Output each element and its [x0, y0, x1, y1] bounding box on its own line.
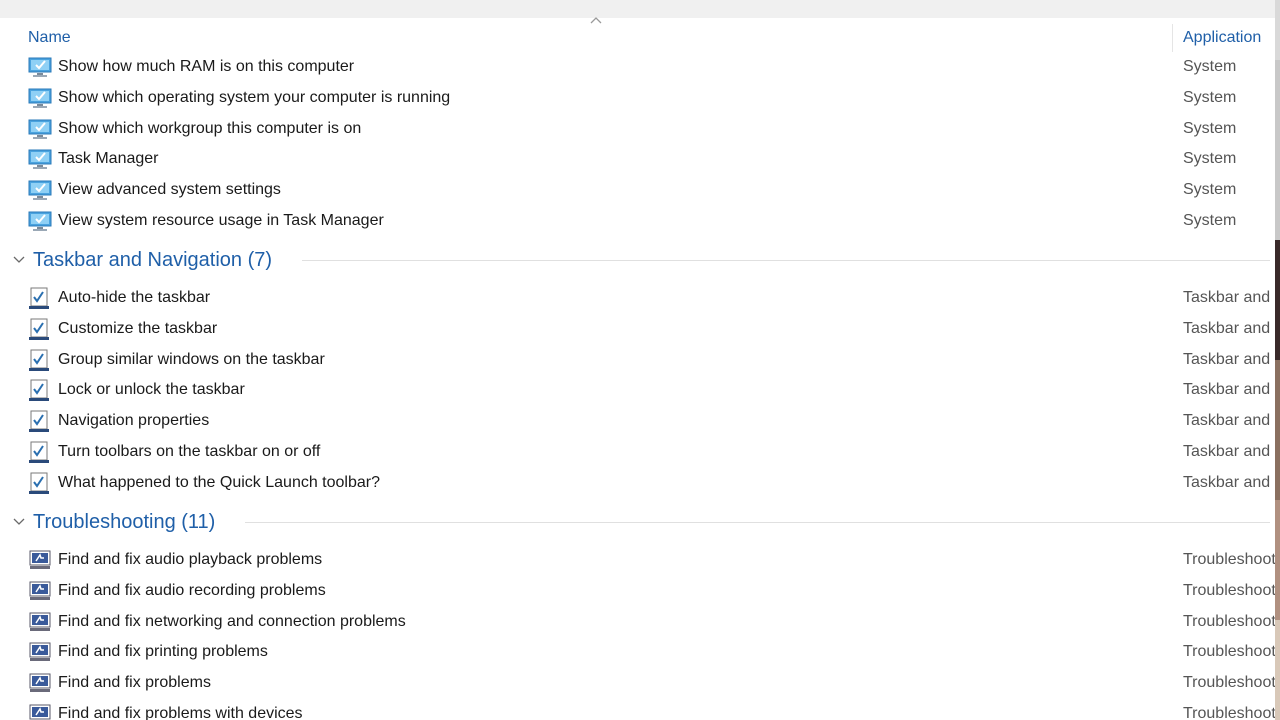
item-label[interactable]: Navigation properties — [58, 412, 209, 430]
group-header-taskbar[interactable]: Taskbar and Navigation (7) — [0, 244, 1275, 276]
list-item[interactable]: Lock or unlock the taskbar Taskbar and Na… — [0, 375, 1275, 405]
group-title: Taskbar and Navigation (7) — [33, 249, 273, 271]
list-item[interactable]: Show which workgroup this computer is on… — [0, 114, 1275, 144]
troubleshoot-monitor-icon — [28, 611, 52, 633]
system-monitor-icon — [28, 210, 52, 232]
item-category: Troubleshooting — [1183, 674, 1275, 692]
item-label[interactable]: Find and fix networking and connection p… — [58, 613, 406, 631]
item-label[interactable]: Lock or unlock the taskbar — [58, 381, 245, 399]
item-category: System — [1183, 212, 1237, 229]
item-category: Taskbar and Navigation — [1183, 443, 1275, 460]
list-item[interactable]: Turn toolbars on the taskbar on or off Ta… — [0, 437, 1275, 467]
item-label[interactable]: Find and fix problems — [58, 674, 211, 692]
list-item[interactable]: Task Manager System — [0, 144, 1275, 174]
group-divider-line — [302, 260, 1270, 261]
list-item[interactable]: Navigation properties Taskbar and Navigat… — [0, 406, 1275, 436]
window-right-edge — [1275, 0, 1280, 720]
item-category: System — [1183, 88, 1237, 106]
taskbar-checklist-icon — [28, 410, 52, 433]
item-label[interactable]: Show how much RAM is on this computer — [58, 58, 354, 76]
group-divider-line — [245, 522, 1270, 523]
item-label[interactable]: View system resource usage in Task Manag… — [58, 212, 384, 230]
item-label[interactable]: Auto-hide the taskbar — [58, 289, 210, 307]
taskbar-checklist-icon — [28, 318, 52, 340]
item-label[interactable]: Find and fix audio playback problems — [58, 551, 322, 569]
item-label[interactable]: Show which operating system your compute… — [58, 89, 450, 107]
list-item[interactable]: Find and fix printing problems Troublesho… — [0, 637, 1275, 667]
item-category: Taskbar and Navigation — [1183, 381, 1275, 399]
taskbar-checklist-icon — [28, 441, 52, 463]
item-label[interactable]: Find and fix audio recording problems — [58, 582, 326, 600]
item-category: System — [1183, 150, 1237, 168]
item-category: Troubleshooting — [1183, 612, 1275, 630]
list-item[interactable]: Find and fix audio playback problems Trou… — [0, 545, 1275, 575]
item-category: Troubleshooting — [1183, 643, 1275, 661]
item-label[interactable]: What happened to the Quick Launch toolba… — [58, 474, 380, 492]
item-label[interactable]: Customize the taskbar — [58, 320, 217, 338]
item-label[interactable]: Turn toolbars on the taskbar on or off — [58, 443, 320, 461]
item-label[interactable]: Group similar windows on the taskbar — [58, 351, 325, 369]
list-item[interactable]: View system resource usage in Task Manag… — [0, 206, 1275, 236]
column-header-name[interactable]: Name — [28, 29, 71, 47]
list-item[interactable]: Group similar windows on the taskbar Task… — [0, 345, 1275, 375]
troubleshoot-monitor-icon — [28, 641, 52, 663]
troubleshoot-monitor-icon — [28, 672, 52, 694]
chevron-down-icon[interactable] — [11, 516, 27, 528]
item-category: Taskbar and Navigation — [1183, 473, 1275, 491]
system-monitor-icon — [28, 118, 52, 140]
taskbar-checklist-icon — [28, 349, 52, 371]
item-category: Troubleshooting — [1183, 551, 1275, 568]
list-item[interactable]: Find and fix networking and connection p… — [0, 607, 1275, 637]
list-item[interactable]: Show how much RAM is on this computer Sys… — [0, 52, 1275, 82]
item-label[interactable]: Show which workgroup this computer is on — [58, 120, 361, 138]
item-label[interactable]: Task Manager — [58, 150, 159, 168]
item-label[interactable]: View advanced system settings — [58, 181, 281, 199]
list-item[interactable]: Customize the taskbar Taskbar and Navigat… — [0, 314, 1275, 344]
toolbar-strip — [0, 0, 1280, 18]
item-category: Taskbar and Navigation — [1183, 319, 1275, 337]
item-category: Troubleshooting — [1183, 581, 1275, 599]
system-monitor-icon — [28, 179, 52, 201]
system-monitor-icon — [28, 148, 52, 170]
item-category: Taskbar and Navigation — [1183, 350, 1275, 368]
troubleshoot-monitor-icon — [28, 703, 52, 720]
column-header-application[interactable]: Application — [1183, 29, 1275, 47]
chevron-down-icon[interactable] — [11, 254, 27, 266]
item-category: Taskbar and Navigation — [1183, 412, 1275, 430]
system-monitor-icon — [28, 56, 52, 78]
taskbar-checklist-icon — [28, 472, 52, 494]
item-category: System — [1183, 181, 1237, 199]
system-monitor-icon — [28, 87, 52, 109]
list-item[interactable]: Show which operating system your compute… — [0, 83, 1275, 113]
troubleshoot-monitor-icon — [28, 580, 52, 602]
list-item[interactable]: Find and fix problems with devices Troubl… — [0, 699, 1275, 720]
item-label[interactable]: Find and fix problems with devices — [58, 705, 303, 720]
item-category: System — [1183, 119, 1237, 137]
group-title: Troubleshooting (11) — [33, 511, 216, 533]
list-item[interactable]: View advanced system settings System — [0, 175, 1275, 205]
item-category: System — [1183, 58, 1237, 75]
item-category: Troubleshooting — [1183, 705, 1275, 720]
list-item[interactable]: What happened to the Quick Launch toolba… — [0, 468, 1275, 498]
group-header-troubleshooting[interactable]: Troubleshooting (11) — [0, 506, 1275, 538]
list-item[interactable]: Auto-hide the taskbar Taskbar and Navigat… — [0, 283, 1275, 313]
list-item[interactable]: Find and fix audio recording problems Tro… — [0, 576, 1275, 606]
list-item[interactable]: Find and fix problems Troubleshooting — [0, 668, 1275, 698]
column-divider[interactable] — [1172, 24, 1173, 52]
column-header-row: Name Application — [0, 24, 1275, 52]
taskbar-checklist-icon — [28, 287, 52, 309]
item-category: Taskbar and Navigation — [1183, 289, 1275, 306]
troubleshoot-monitor-icon — [28, 549, 52, 571]
taskbar-checklist-icon — [28, 379, 52, 402]
item-label[interactable]: Find and fix printing problems — [58, 643, 268, 661]
